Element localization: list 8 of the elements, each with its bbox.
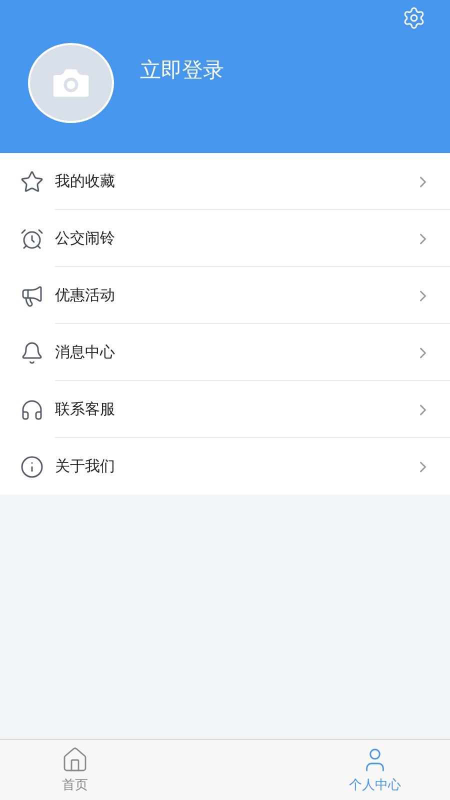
menu-item[interactable]: 公交闹铃 [0,210,450,267]
settings-icon[interactable] [402,6,426,30]
menu-item[interactable]: 我的收藏 [0,153,450,210]
menu-item[interactable]: 消息中心 [0,324,450,381]
menu-item[interactable]: 优惠活动 [0,267,450,324]
menu-item[interactable]: 关于我们 [0,438,450,495]
home-icon [61,746,89,774]
menu-item[interactable]: 联系客服 [0,381,450,438]
